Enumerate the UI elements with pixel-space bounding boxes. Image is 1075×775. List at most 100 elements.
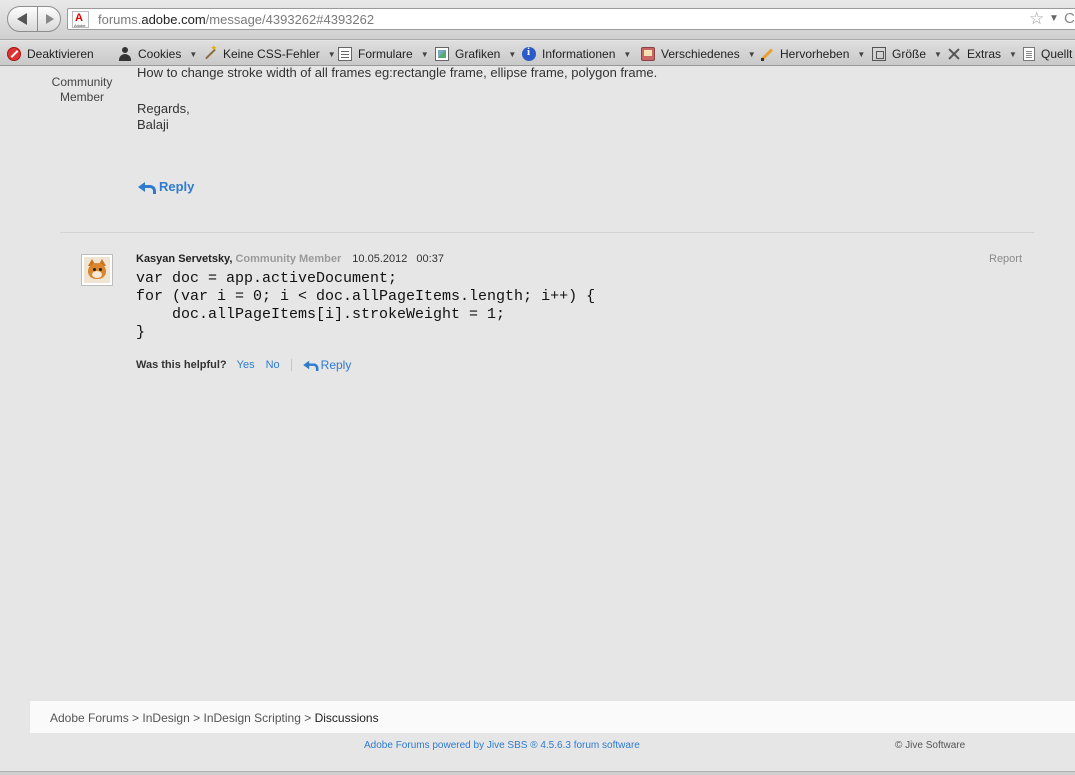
browser-navigation-bar: A Adobe forums.adobe.com/message/4393262… (0, 0, 1075, 40)
dropdown-arrow-icon: ▼ (857, 49, 866, 59)
reply-arrow-icon (138, 181, 156, 194)
toolbar-item-grafiken[interactable]: Grafiken ▼ (435, 45, 516, 63)
toolbar-item-label: Hervorheben (780, 47, 850, 61)
powered-by-link[interactable]: Adobe Forums powered by Jive SBS ® 4.5.6… (364, 740, 640, 751)
dropdown-arrow-icon: ▼ (327, 49, 336, 59)
info-icon (522, 46, 536, 61)
forward-button[interactable] (39, 7, 60, 31)
adobe-site-icon: A Adobe (72, 11, 89, 28)
toolbar-item-label: Informationen (542, 47, 616, 61)
footer-breadcrumb-bar: Adobe Forums > InDesign > InDesign Scrip… (30, 701, 1075, 733)
code-line: var doc = app.activeDocument; (136, 270, 398, 287)
web-developer-toolbar: Deaktivieren Cookies ▼ Keine CSS-Fehler … (0, 41, 1075, 66)
code-block: var doc = app.activeDocument; for (var i… (136, 270, 595, 342)
toolbar-item-quelltext[interactable]: Quellt (1023, 45, 1072, 63)
toolbar-item-cookies[interactable]: Cookies ▼ (118, 45, 197, 63)
breadcrumb-link-indesign[interactable]: InDesign (142, 711, 189, 725)
breadcrumb-separator: > (132, 711, 140, 725)
breadcrumb-separator: > (304, 711, 312, 725)
breadcrumb-link-adobe-forums[interactable]: Adobe Forums (50, 711, 129, 725)
back-arrow-icon (17, 13, 27, 25)
reply-arrow-icon (302, 360, 319, 371)
helpful-yes-link[interactable]: Yes (237, 359, 255, 371)
helpful-row: Was this helpful? Yes No Reply (136, 358, 351, 372)
toolbar-item-groesse[interactable]: Größe ▼ (872, 45, 942, 63)
toolbar-item-label: Größe (892, 47, 927, 61)
toolbar-item-deaktivieren[interactable]: Deaktivieren (7, 45, 94, 63)
dropdown-arrow-icon: ▼ (623, 49, 632, 59)
toolbar-item-label: Keine CSS-Fehler (223, 47, 320, 61)
original-post-reply-link[interactable]: Reply (138, 179, 194, 194)
url-text[interactable]: forums.adobe.com/message/4393262#4393262 (98, 12, 374, 27)
dropdown-arrow-icon: ▼ (189, 49, 198, 59)
toolbar-item-hervorheben[interactable]: Hervorheben ▼ (760, 45, 865, 63)
toolbar-item-label: Grafiken (455, 47, 501, 61)
toolbar-item-keine-css-fehler[interactable]: Keine CSS-Fehler ▼ (203, 43, 336, 63)
back-button[interactable] (8, 7, 38, 31)
cat-avatar-icon (84, 257, 110, 283)
url-path: /message/4393262#4393262 (205, 12, 375, 27)
toolbar-item-formulare[interactable]: Formulare ▼ (338, 45, 429, 63)
address-bar[interactable]: A Adobe forums.adobe.com/message/4393262… (67, 8, 1075, 30)
tools-icon (947, 47, 961, 61)
bookmark-star-icon[interactable]: ☆ (1029, 9, 1044, 29)
post-date: 10.05.2012 (352, 253, 408, 265)
window-bottom-edge (0, 771, 1075, 775)
code-line: doc.allPageItems[i].strokeWeight = 1; (136, 306, 506, 323)
report-link[interactable]: Report (989, 253, 1022, 265)
reply-author-line: Kasyan Servetsky, Community Member 10.05… (136, 253, 444, 265)
toolbar-item-label: Formulare (358, 47, 413, 61)
original-post-text: How to change stroke width of all frames… (137, 67, 658, 80)
page-icon (1023, 47, 1035, 61)
original-post-body: How to change stroke width of all frames… (137, 67, 657, 133)
breadcrumb-link-indesign-scripting[interactable]: InDesign Scripting (203, 711, 300, 725)
avatar[interactable] (81, 254, 113, 286)
toolbar-item-label: Cookies (138, 47, 182, 61)
post-divider (60, 232, 1034, 233)
toolbar-item-verschiedenes[interactable]: Verschiedenes ▼ (641, 45, 756, 63)
forward-arrow-icon (46, 14, 54, 24)
dropdown-arrow-icon: ▼ (934, 49, 942, 59)
original-post-closing: Regards, (137, 101, 190, 116)
author-role: Community Member (235, 253, 342, 265)
reply-label: Reply (159, 179, 195, 194)
toolbar-item-label: Quellt (1041, 47, 1073, 61)
toolbar-item-informationen[interactable]: Informationen ▼ (522, 45, 631, 63)
copyright-text: © Jive Software (895, 740, 966, 751)
toolbar-item-extras[interactable]: Extras ▼ (947, 45, 1017, 63)
history-buttons (7, 6, 61, 32)
toolbar-item-label: Deaktivieren (27, 47, 94, 61)
original-post-signature: Balaji (137, 117, 169, 132)
original-author-role: Community Member (51, 75, 113, 104)
helpful-question: Was this helpful? (136, 359, 227, 371)
dropdown-arrow-icon: ▼ (420, 49, 429, 59)
url-host: adobe.com (141, 12, 206, 27)
image-icon (435, 47, 449, 61)
breadcrumb-separator: > (193, 711, 201, 725)
person-icon (118, 47, 132, 61)
breadcrumb-current: Discussions (314, 711, 379, 725)
block-icon (7, 47, 21, 61)
reply-post-reply-link[interactable]: Reply (302, 358, 352, 372)
breadcrumb: Adobe Forums > InDesign > InDesign Scrip… (50, 711, 379, 725)
dropdown-arrow-icon: ▼ (747, 49, 756, 59)
dropdown-arrow-icon: ▼ (508, 49, 517, 59)
url-dropdown-icon[interactable]: ▼ (1049, 13, 1059, 24)
reload-icon[interactable]: C (1064, 10, 1075, 27)
misc-icon (641, 47, 655, 61)
page-content: Community Member How to change stroke wi… (0, 67, 1075, 773)
helpful-separator (290, 359, 292, 371)
author-name-link[interactable]: Kasyan Servetsky, (136, 253, 232, 265)
reply-label: Reply (320, 358, 352, 372)
toolbar-item-label: Verschiedenes (661, 47, 740, 61)
code-line: } (136, 324, 146, 341)
helpful-no-link[interactable]: No (266, 359, 280, 371)
resize-icon (872, 47, 886, 61)
code-line: for (var i = 0; i < doc.allPageItems.len… (136, 288, 596, 305)
post-time: 00:37 (416, 253, 444, 265)
pencil-icon (760, 47, 774, 61)
url-prefix: forums. (98, 12, 142, 27)
dropdown-arrow-icon: ▼ (1009, 49, 1017, 59)
form-icon (338, 47, 352, 61)
wand-icon (203, 43, 218, 61)
